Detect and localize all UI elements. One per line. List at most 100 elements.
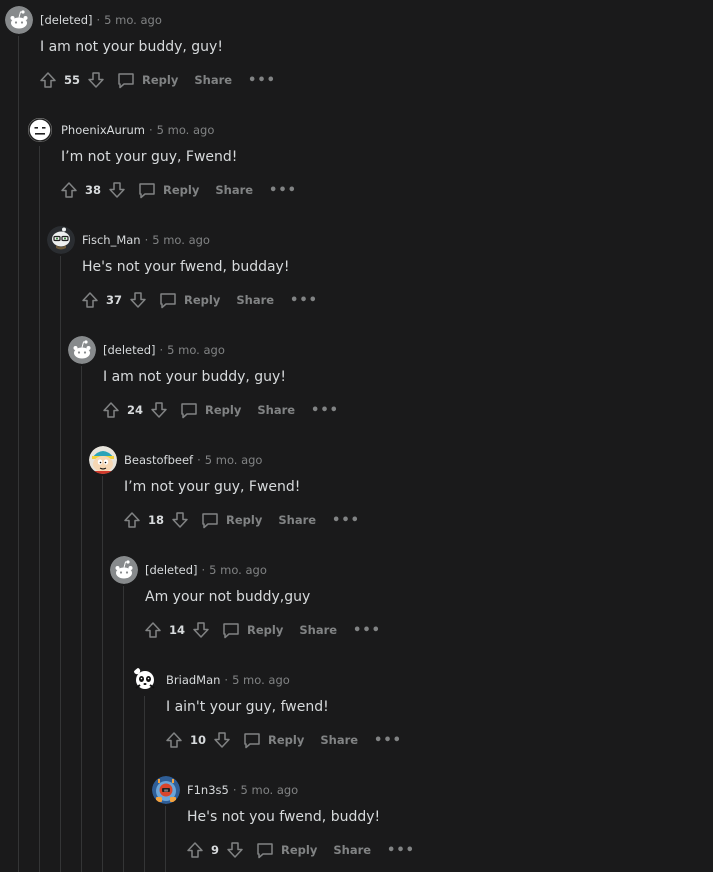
comment-timestamp[interactable]: 5 mo. ago <box>167 343 225 357</box>
thread-line[interactable] <box>123 586 124 872</box>
robot-avatar: 88 <box>152 776 180 804</box>
upvote-icon[interactable] <box>143 620 163 640</box>
comment-timestamp[interactable]: 5 mo. ago <box>152 233 210 247</box>
upvote-icon[interactable] <box>80 290 100 310</box>
avatar[interactable] <box>68 336 96 364</box>
share-button[interactable]: Share <box>257 403 295 417</box>
reply-icon <box>255 840 275 860</box>
reply-label: Reply <box>226 513 263 527</box>
share-button[interactable]: Share <box>215 183 253 197</box>
meta-separator: · <box>197 453 201 467</box>
upvote-icon[interactable] <box>59 180 79 200</box>
comment-actions: 37 Reply Share ••• <box>80 289 318 311</box>
reply-icon <box>242 730 262 750</box>
comment-timestamp[interactable]: 5 mo. ago <box>241 783 299 797</box>
reply-button[interactable]: Reply <box>179 400 241 420</box>
downvote-icon[interactable] <box>149 400 169 420</box>
reply-button[interactable]: Reply <box>137 180 199 200</box>
comment-body: He's not you fwend, buddy! <box>187 809 381 825</box>
comment-author[interactable]: F1n3s5 <box>187 783 229 797</box>
reply-icon <box>179 400 199 420</box>
downvote-icon[interactable] <box>225 840 245 860</box>
comment-actions: 10 Reply Share ••• <box>164 729 402 751</box>
comment-meta: Beastofbeef · 5 mo. ago <box>124 453 262 467</box>
reply-button[interactable]: Reply <box>221 620 283 640</box>
more-options-icon[interactable]: ••• <box>290 293 318 308</box>
thread-line[interactable] <box>18 36 19 872</box>
reply-button[interactable]: Reply <box>116 70 178 90</box>
avatar[interactable] <box>5 6 33 34</box>
more-options-icon[interactable]: ••• <box>387 843 415 858</box>
downvote-icon[interactable] <box>212 730 232 750</box>
meta-separator: · <box>232 783 237 797</box>
more-options-icon[interactable]: ••• <box>353 623 381 638</box>
share-button[interactable]: Share <box>333 843 371 857</box>
avatar[interactable] <box>131 666 159 694</box>
avatar[interactable] <box>110 556 138 584</box>
thread-line[interactable] <box>39 146 40 872</box>
reply-label: Reply <box>163 183 200 197</box>
downvote-icon[interactable] <box>86 70 106 90</box>
avatar[interactable] <box>47 226 75 254</box>
more-options-icon[interactable]: ••• <box>269 183 297 198</box>
share-button[interactable]: Share <box>194 73 232 87</box>
downvote-icon[interactable] <box>128 290 148 310</box>
deleted-avatar <box>5 6 33 34</box>
comment-body: I’m not your guy, Fwend! <box>61 149 238 165</box>
reply-icon <box>116 70 136 90</box>
comment-meta: F1n3s5 · 5 mo. ago <box>187 783 298 797</box>
reply-label: Reply <box>184 293 221 307</box>
upvote-icon[interactable] <box>122 510 142 530</box>
comment-actions: 9 Reply Share ••• <box>185 839 415 861</box>
more-options-icon[interactable]: ••• <box>374 733 402 748</box>
neutral-face-avatar <box>26 116 54 144</box>
reply-button[interactable]: Reply <box>242 730 304 750</box>
reply-icon <box>158 290 178 310</box>
more-options-icon[interactable]: ••• <box>311 403 339 418</box>
reply-icon <box>200 510 220 530</box>
comment-author[interactable]: [deleted] <box>145 563 198 577</box>
avatar[interactable]: 88 <box>152 776 180 804</box>
more-options-icon[interactable]: ••• <box>332 513 360 528</box>
thread-line[interactable] <box>60 256 61 872</box>
comment-timestamp[interactable]: 5 mo. ago <box>157 123 215 137</box>
comment-thread: [deleted] · 5 mo. ago I am not your buddy, … <box>0 0 713 872</box>
downvote-icon[interactable] <box>170 510 190 530</box>
thread-line[interactable] <box>165 806 166 872</box>
comment-author[interactable]: BriadMan <box>166 673 220 687</box>
comment-timestamp[interactable]: 5 mo. ago <box>205 453 263 467</box>
upvote-icon[interactable] <box>164 730 184 750</box>
reply-button[interactable]: Reply <box>255 840 317 860</box>
thread-line[interactable] <box>102 476 103 872</box>
comment-author[interactable]: [deleted] <box>40 13 93 27</box>
upvote-icon[interactable] <box>38 70 58 90</box>
thread-line[interactable] <box>81 366 82 872</box>
comment-author[interactable]: Fisch_Man <box>82 233 141 247</box>
downvote-icon[interactable] <box>107 180 127 200</box>
vote-score: 10 <box>190 733 207 747</box>
more-options-icon[interactable]: ••• <box>248 73 276 88</box>
share-button[interactable]: Share <box>236 293 274 307</box>
upvote-icon[interactable] <box>185 840 205 860</box>
comment-author[interactable]: PhoenixAurum <box>61 123 145 137</box>
comment-author[interactable]: [deleted] <box>103 343 156 357</box>
comment-timestamp[interactable]: 5 mo. ago <box>104 13 162 27</box>
downvote-icon[interactable] <box>191 620 211 640</box>
share-button[interactable]: Share <box>278 513 316 527</box>
avatar[interactable] <box>26 116 54 144</box>
cartman-avatar <box>89 446 117 474</box>
comment-author[interactable]: Beastofbeef <box>124 453 193 467</box>
comment-timestamp[interactable]: 5 mo. ago <box>232 673 290 687</box>
avatar[interactable] <box>89 446 117 474</box>
reply-button[interactable]: Reply <box>158 290 220 310</box>
comment-timestamp[interactable]: 5 mo. ago <box>209 563 267 577</box>
meta-separator: · <box>149 123 153 137</box>
comment-body: He's not your fwend, budday! <box>82 259 290 275</box>
reply-button[interactable]: Reply <box>200 510 262 530</box>
thread-line[interactable] <box>144 696 145 872</box>
upvote-icon[interactable] <box>101 400 121 420</box>
share-button[interactable]: Share <box>299 623 337 637</box>
share-button[interactable]: Share <box>320 733 358 747</box>
comment-meta: PhoenixAurum · 5 mo. ago <box>61 123 214 137</box>
reply-icon <box>221 620 241 640</box>
